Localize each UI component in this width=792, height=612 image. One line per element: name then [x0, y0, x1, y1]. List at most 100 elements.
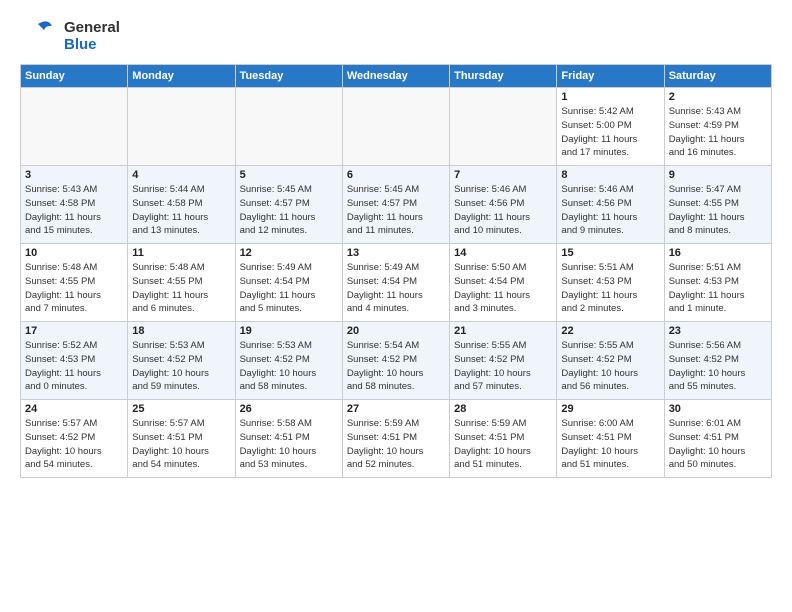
day-number: 17: [25, 325, 123, 337]
day-info: Sunrise: 5:51 AMSunset: 4:53 PMDaylight:…: [561, 261, 659, 316]
calendar-cell: 6 Sunrise: 5:45 AMSunset: 4:57 PMDaylight…: [342, 166, 449, 244]
calendar-cell: [235, 88, 342, 166]
day-info: Sunrise: 5:56 AMSunset: 4:52 PMDaylight:…: [669, 339, 767, 394]
calendar-row-3: 17 Sunrise: 5:52 AMSunset: 4:53 PMDayligh…: [21, 322, 772, 400]
weekday-header-thursday: Thursday: [450, 65, 557, 88]
logo-blue: Blue: [64, 36, 120, 53]
day-info: Sunrise: 5:46 AMSunset: 4:56 PMDaylight:…: [454, 183, 552, 238]
calendar-cell: 7 Sunrise: 5:46 AMSunset: 4:56 PMDaylight…: [450, 166, 557, 244]
calendar-cell: 11 Sunrise: 5:48 AMSunset: 4:55 PMDayligh…: [128, 244, 235, 322]
day-number: 11: [132, 247, 230, 259]
day-number: 25: [132, 403, 230, 415]
day-info: Sunrise: 5:43 AMSunset: 4:59 PMDaylight:…: [669, 105, 767, 160]
day-number: 10: [25, 247, 123, 259]
calendar-cell: [128, 88, 235, 166]
weekday-header-saturday: Saturday: [664, 65, 771, 88]
day-number: 18: [132, 325, 230, 337]
day-info: Sunrise: 6:01 AMSunset: 4:51 PMDaylight:…: [669, 417, 767, 472]
day-number: 14: [454, 247, 552, 259]
day-info: Sunrise: 5:43 AMSunset: 4:58 PMDaylight:…: [25, 183, 123, 238]
day-number: 30: [669, 403, 767, 415]
day-info: Sunrise: 5:44 AMSunset: 4:58 PMDaylight:…: [132, 183, 230, 238]
calendar-row-2: 10 Sunrise: 5:48 AMSunset: 4:55 PMDayligh…: [21, 244, 772, 322]
calendar-cell: 29Sunrise: 6:00 AMSunset: 4:51 PMDayligh…: [557, 400, 664, 478]
day-number: 9: [669, 169, 767, 181]
day-number: 21: [454, 325, 552, 337]
day-number: 8: [561, 169, 659, 181]
day-number: 23: [669, 325, 767, 337]
header: GeneralBlue: [20, 16, 772, 56]
day-number: 5: [240, 169, 338, 181]
calendar-cell: 19Sunrise: 5:53 AMSunset: 4:52 PMDayligh…: [235, 322, 342, 400]
day-info: Sunrise: 5:53 AMSunset: 4:52 PMDaylight:…: [132, 339, 230, 394]
day-number: 22: [561, 325, 659, 337]
day-info: Sunrise: 5:55 AMSunset: 4:52 PMDaylight:…: [454, 339, 552, 394]
calendar-cell: [21, 88, 128, 166]
day-number: 3: [25, 169, 123, 181]
day-number: 15: [561, 247, 659, 259]
day-info: Sunrise: 5:52 AMSunset: 4:53 PMDaylight:…: [25, 339, 123, 394]
day-info: Sunrise: 6:00 AMSunset: 4:51 PMDaylight:…: [561, 417, 659, 472]
day-info: Sunrise: 5:59 AMSunset: 4:51 PMDaylight:…: [454, 417, 552, 472]
day-info: Sunrise: 5:48 AMSunset: 4:55 PMDaylight:…: [25, 261, 123, 316]
day-number: 6: [347, 169, 445, 181]
day-number: 2: [669, 91, 767, 103]
logo-text: GeneralBlue: [64, 19, 120, 54]
day-number: 1: [561, 91, 659, 103]
calendar-cell: 20 Sunrise: 5:54 AMSunset: 4:52 PMDayligh…: [342, 322, 449, 400]
page: GeneralBlue SundayMondayTuesdayWednesday…: [0, 0, 792, 488]
day-number: 16: [669, 247, 767, 259]
weekday-header-wednesday: Wednesday: [342, 65, 449, 88]
day-info: Sunrise: 5:49 AMSunset: 4:54 PMDaylight:…: [347, 261, 445, 316]
calendar-cell: 3 Sunrise: 5:43 AMSunset: 4:58 PMDaylight…: [21, 166, 128, 244]
day-info: Sunrise: 5:45 AMSunset: 4:57 PMDaylight:…: [240, 183, 338, 238]
day-info: Sunrise: 5:59 AMSunset: 4:51 PMDaylight:…: [347, 417, 445, 472]
calendar-cell: 28 Sunrise: 5:59 AMSunset: 4:51 PMDayligh…: [450, 400, 557, 478]
calendar-cell: 18 Sunrise: 5:53 AMSunset: 4:52 PMDayligh…: [128, 322, 235, 400]
logo-container: GeneralBlue: [20, 16, 120, 56]
weekday-header-tuesday: Tuesday: [235, 65, 342, 88]
calendar-cell: 21 Sunrise: 5:55 AMSunset: 4:52 PMDayligh…: [450, 322, 557, 400]
calendar-cell: [342, 88, 449, 166]
day-number: 12: [240, 247, 338, 259]
logo: GeneralBlue: [20, 16, 120, 56]
calendar-cell: 16 Sunrise: 5:51 AMSunset: 4:53 PMDayligh…: [664, 244, 771, 322]
day-info: Sunrise: 5:51 AMSunset: 4:53 PMDaylight:…: [669, 261, 767, 316]
day-number: 20: [347, 325, 445, 337]
calendar-cell: 1Sunrise: 5:42 AMSunset: 5:00 PMDaylight…: [557, 88, 664, 166]
weekday-header-row: SundayMondayTuesdayWednesdayThursdayFrid…: [21, 65, 772, 88]
day-info: Sunrise: 5:54 AMSunset: 4:52 PMDaylight:…: [347, 339, 445, 394]
calendar-cell: 17 Sunrise: 5:52 AMSunset: 4:53 PMDayligh…: [21, 322, 128, 400]
calendar-cell: 26 Sunrise: 5:58 AMSunset: 4:51 PMDayligh…: [235, 400, 342, 478]
day-info: Sunrise: 5:58 AMSunset: 4:51 PMDaylight:…: [240, 417, 338, 472]
calendar-cell: 5 Sunrise: 5:45 AMSunset: 4:57 PMDaylight…: [235, 166, 342, 244]
weekday-header-friday: Friday: [557, 65, 664, 88]
calendar-cell: 25 Sunrise: 5:57 AMSunset: 4:51 PMDayligh…: [128, 400, 235, 478]
calendar-cell: 8Sunrise: 5:46 AMSunset: 4:56 PMDaylight…: [557, 166, 664, 244]
calendar-cell: 23 Sunrise: 5:56 AMSunset: 4:52 PMDayligh…: [664, 322, 771, 400]
calendar-cell: 27Sunrise: 5:59 AMSunset: 4:51 PMDayligh…: [342, 400, 449, 478]
calendar-cell: [450, 88, 557, 166]
weekday-header-monday: Monday: [128, 65, 235, 88]
day-info: Sunrise: 5:47 AMSunset: 4:55 PMDaylight:…: [669, 183, 767, 238]
day-number: 24: [25, 403, 123, 415]
calendar-cell: 24 Sunrise: 5:57 AMSunset: 4:52 PMDayligh…: [21, 400, 128, 478]
day-number: 28: [454, 403, 552, 415]
calendar-cell: 13 Sunrise: 5:49 AMSunset: 4:54 PMDayligh…: [342, 244, 449, 322]
calendar-cell: 14Sunrise: 5:50 AMSunset: 4:54 PMDayligh…: [450, 244, 557, 322]
calendar-cell: 30 Sunrise: 6:01 AMSunset: 4:51 PMDayligh…: [664, 400, 771, 478]
day-number: 7: [454, 169, 552, 181]
day-info: Sunrise: 5:57 AMSunset: 4:51 PMDaylight:…: [132, 417, 230, 472]
day-info: Sunrise: 5:55 AMSunset: 4:52 PMDaylight:…: [561, 339, 659, 394]
day-number: 26: [240, 403, 338, 415]
calendar-cell: 10 Sunrise: 5:48 AMSunset: 4:55 PMDayligh…: [21, 244, 128, 322]
day-info: Sunrise: 5:57 AMSunset: 4:52 PMDaylight:…: [25, 417, 123, 472]
calendar-cell: 22 Sunrise: 5:55 AMSunset: 4:52 PMDayligh…: [557, 322, 664, 400]
day-info: Sunrise: 5:48 AMSunset: 4:55 PMDaylight:…: [132, 261, 230, 316]
day-number: 4: [132, 169, 230, 181]
calendar-table: SundayMondayTuesdayWednesdayThursdayFrid…: [20, 64, 772, 478]
day-info: Sunrise: 5:45 AMSunset: 4:57 PMDaylight:…: [347, 183, 445, 238]
calendar-cell: 9 Sunrise: 5:47 AMSunset: 4:55 PMDaylight…: [664, 166, 771, 244]
calendar-cell: 4 Sunrise: 5:44 AMSunset: 4:58 PMDaylight…: [128, 166, 235, 244]
day-number: 13: [347, 247, 445, 259]
